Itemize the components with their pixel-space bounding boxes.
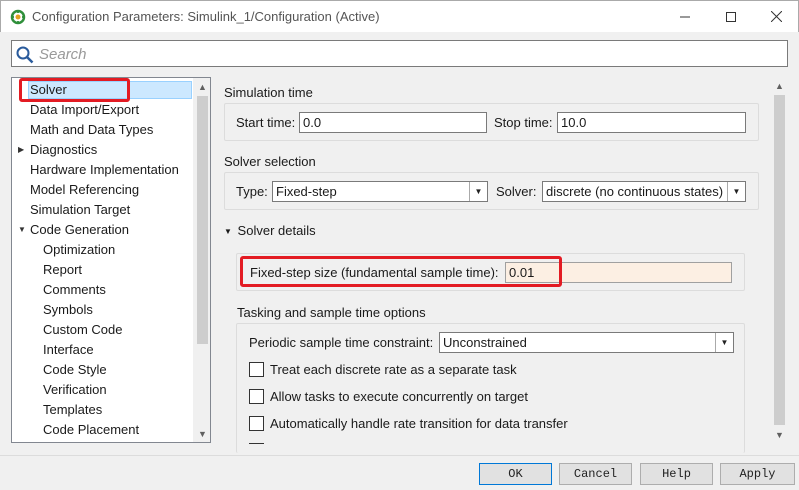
separate-task-checkbox[interactable] bbox=[249, 362, 264, 377]
main-scrollbar-thumb[interactable] bbox=[774, 95, 785, 425]
apply-button[interactable]: Apply bbox=[720, 463, 795, 485]
tree-item-label: Custom Code bbox=[43, 322, 123, 337]
scroll-up-arrow-icon[interactable]: ▲ bbox=[771, 77, 788, 94]
tree-item-model-referencing[interactable]: Model Referencing bbox=[12, 180, 139, 200]
tree-scrollbar[interactable]: ▲ ▼ bbox=[193, 78, 210, 442]
tree-item-code-placement[interactable]: Code Placement bbox=[12, 420, 139, 440]
tree-item-report[interactable]: Report bbox=[12, 260, 82, 280]
ok-button[interactable]: OK bbox=[479, 463, 552, 485]
solver-label: Solver: bbox=[496, 184, 537, 199]
tree-item-custom-code[interactable]: Custom Code bbox=[12, 320, 122, 340]
tree-item-label: Simulation Target bbox=[30, 202, 131, 217]
periodic-constraint-value: Unconstrained bbox=[443, 335, 527, 350]
tree-item-label: Templates bbox=[43, 402, 103, 417]
concurrent-tasks-label: Allow tasks to execute concurrently on t… bbox=[270, 389, 528, 404]
tree-item-label: Hardware Implementation bbox=[30, 162, 179, 177]
rate-transition-label: Automatically handle rate transition for… bbox=[270, 416, 568, 431]
tree-item-verification[interactable]: Verification bbox=[12, 380, 107, 400]
tree-item-label: Code Generation bbox=[30, 222, 130, 237]
solver-highlight-box bbox=[19, 78, 130, 102]
tree-item-label: Report bbox=[43, 262, 83, 277]
next-checkbox-partial[interactable] bbox=[249, 443, 264, 444]
search-input[interactable] bbox=[39, 44, 779, 64]
stop-time-field[interactable]: 10.0 bbox=[557, 112, 746, 133]
tree-item-label: Symbols bbox=[43, 302, 93, 317]
tree-item-code-generation[interactable]: ▼ Code Generation bbox=[12, 220, 192, 240]
search-icon bbox=[16, 46, 34, 67]
tree-item-label: Math and Data Types bbox=[30, 122, 154, 137]
tree-item-interface[interactable]: Interface bbox=[12, 340, 94, 360]
collapse-arrow-icon[interactable]: ▼ bbox=[18, 220, 28, 240]
periodic-constraint-label: Periodic sample time constraint: bbox=[249, 335, 434, 350]
category-tree: Solver Data Import/Export Math and Data … bbox=[11, 77, 211, 443]
solver-details-toggle[interactable]: ▼ Solver details bbox=[224, 223, 316, 238]
solver-details-title: Solver details bbox=[237, 223, 316, 238]
main-scrollbar[interactable]: ▲ ▼ bbox=[771, 77, 788, 443]
type-select[interactable]: Fixed-step ▼ bbox=[272, 181, 488, 202]
tree-item-label: Diagnostics bbox=[30, 142, 98, 157]
tree-item-templates[interactable]: Templates bbox=[12, 400, 102, 420]
tree-item-diagnostics[interactable]: ▶ Diagnostics bbox=[12, 140, 192, 160]
tree-item-label: Code Style bbox=[43, 362, 107, 377]
solver-select[interactable]: discrete (no continuous states) ▼ bbox=[542, 181, 746, 202]
start-time-field[interactable]: 0.0 bbox=[299, 112, 487, 133]
start-time-label: Start time: bbox=[236, 115, 296, 130]
periodic-constraint-select[interactable]: Unconstrained ▼ bbox=[439, 332, 734, 353]
tree-item-comments[interactable]: Comments bbox=[12, 280, 106, 300]
close-button[interactable] bbox=[753, 1, 799, 32]
type-select-value: Fixed-step bbox=[276, 184, 337, 199]
type-label: Type: bbox=[236, 184, 268, 199]
tree-item-label: Comments bbox=[43, 282, 106, 297]
rate-transition-checkbox[interactable] bbox=[249, 416, 264, 431]
solver-selection-title: Solver selection bbox=[224, 154, 316, 169]
chevron-down-icon[interactable]: ▼ bbox=[469, 182, 487, 201]
tree-item-optimization[interactable]: Optimization bbox=[12, 240, 115, 260]
tree-item-math-and-data-types[interactable]: Math and Data Types bbox=[12, 120, 153, 140]
minimize-button[interactable] bbox=[662, 1, 708, 32]
cancel-button[interactable]: Cancel bbox=[559, 463, 632, 485]
tree-item-label: Interface bbox=[43, 342, 94, 357]
tree-item-simulation-target[interactable]: Simulation Target bbox=[12, 200, 130, 220]
collapse-arrow-icon: ▼ bbox=[224, 227, 232, 236]
maximize-button[interactable] bbox=[708, 1, 754, 32]
simulation-time-title: Simulation time bbox=[224, 85, 313, 100]
tree-item-label: Code Placement bbox=[43, 422, 140, 437]
chevron-down-icon[interactable]: ▼ bbox=[715, 333, 733, 352]
help-button[interactable]: Help bbox=[640, 463, 713, 485]
scroll-up-arrow-icon[interactable]: ▲ bbox=[194, 78, 210, 95]
expand-arrow-icon[interactable]: ▶ bbox=[18, 140, 28, 160]
search-box[interactable] bbox=[11, 40, 788, 67]
fixed-step-highlight-box bbox=[240, 256, 562, 287]
scroll-down-arrow-icon[interactable]: ▼ bbox=[771, 426, 788, 443]
tree-item-hardware-implementation[interactable]: Hardware Implementation bbox=[12, 160, 179, 180]
tree-scrollbar-thumb[interactable] bbox=[197, 96, 208, 344]
tree-item-symbols[interactable]: Symbols bbox=[12, 300, 93, 320]
tree-item-label: Optimization bbox=[43, 242, 116, 257]
window-title: Configuration Parameters: Simulink_1/Con… bbox=[32, 9, 380, 24]
stop-time-label: Stop time: bbox=[494, 115, 553, 130]
separate-task-label: Treat each discrete rate as a separate t… bbox=[270, 362, 517, 377]
tree-item-data-import-export[interactable]: Data Import/Export bbox=[12, 100, 139, 120]
tree-item-label: Verification bbox=[43, 382, 107, 397]
concurrent-tasks-checkbox[interactable] bbox=[249, 389, 264, 404]
solver-select-value: discrete (no continuous states) bbox=[546, 184, 724, 199]
tasking-title: Tasking and sample time options bbox=[237, 305, 426, 320]
tree-item-label: Model Referencing bbox=[30, 182, 140, 197]
chevron-down-icon[interactable]: ▼ bbox=[727, 182, 745, 201]
scroll-down-arrow-icon[interactable]: ▼ bbox=[194, 425, 210, 442]
tree-item-label: Data Import/Export bbox=[30, 102, 140, 117]
tree-item-code-style[interactable]: Code Style bbox=[12, 360, 107, 380]
title-bar: Configuration Parameters: Simulink_1/Con… bbox=[0, 0, 799, 32]
simulink-app-icon bbox=[10, 9, 26, 25]
